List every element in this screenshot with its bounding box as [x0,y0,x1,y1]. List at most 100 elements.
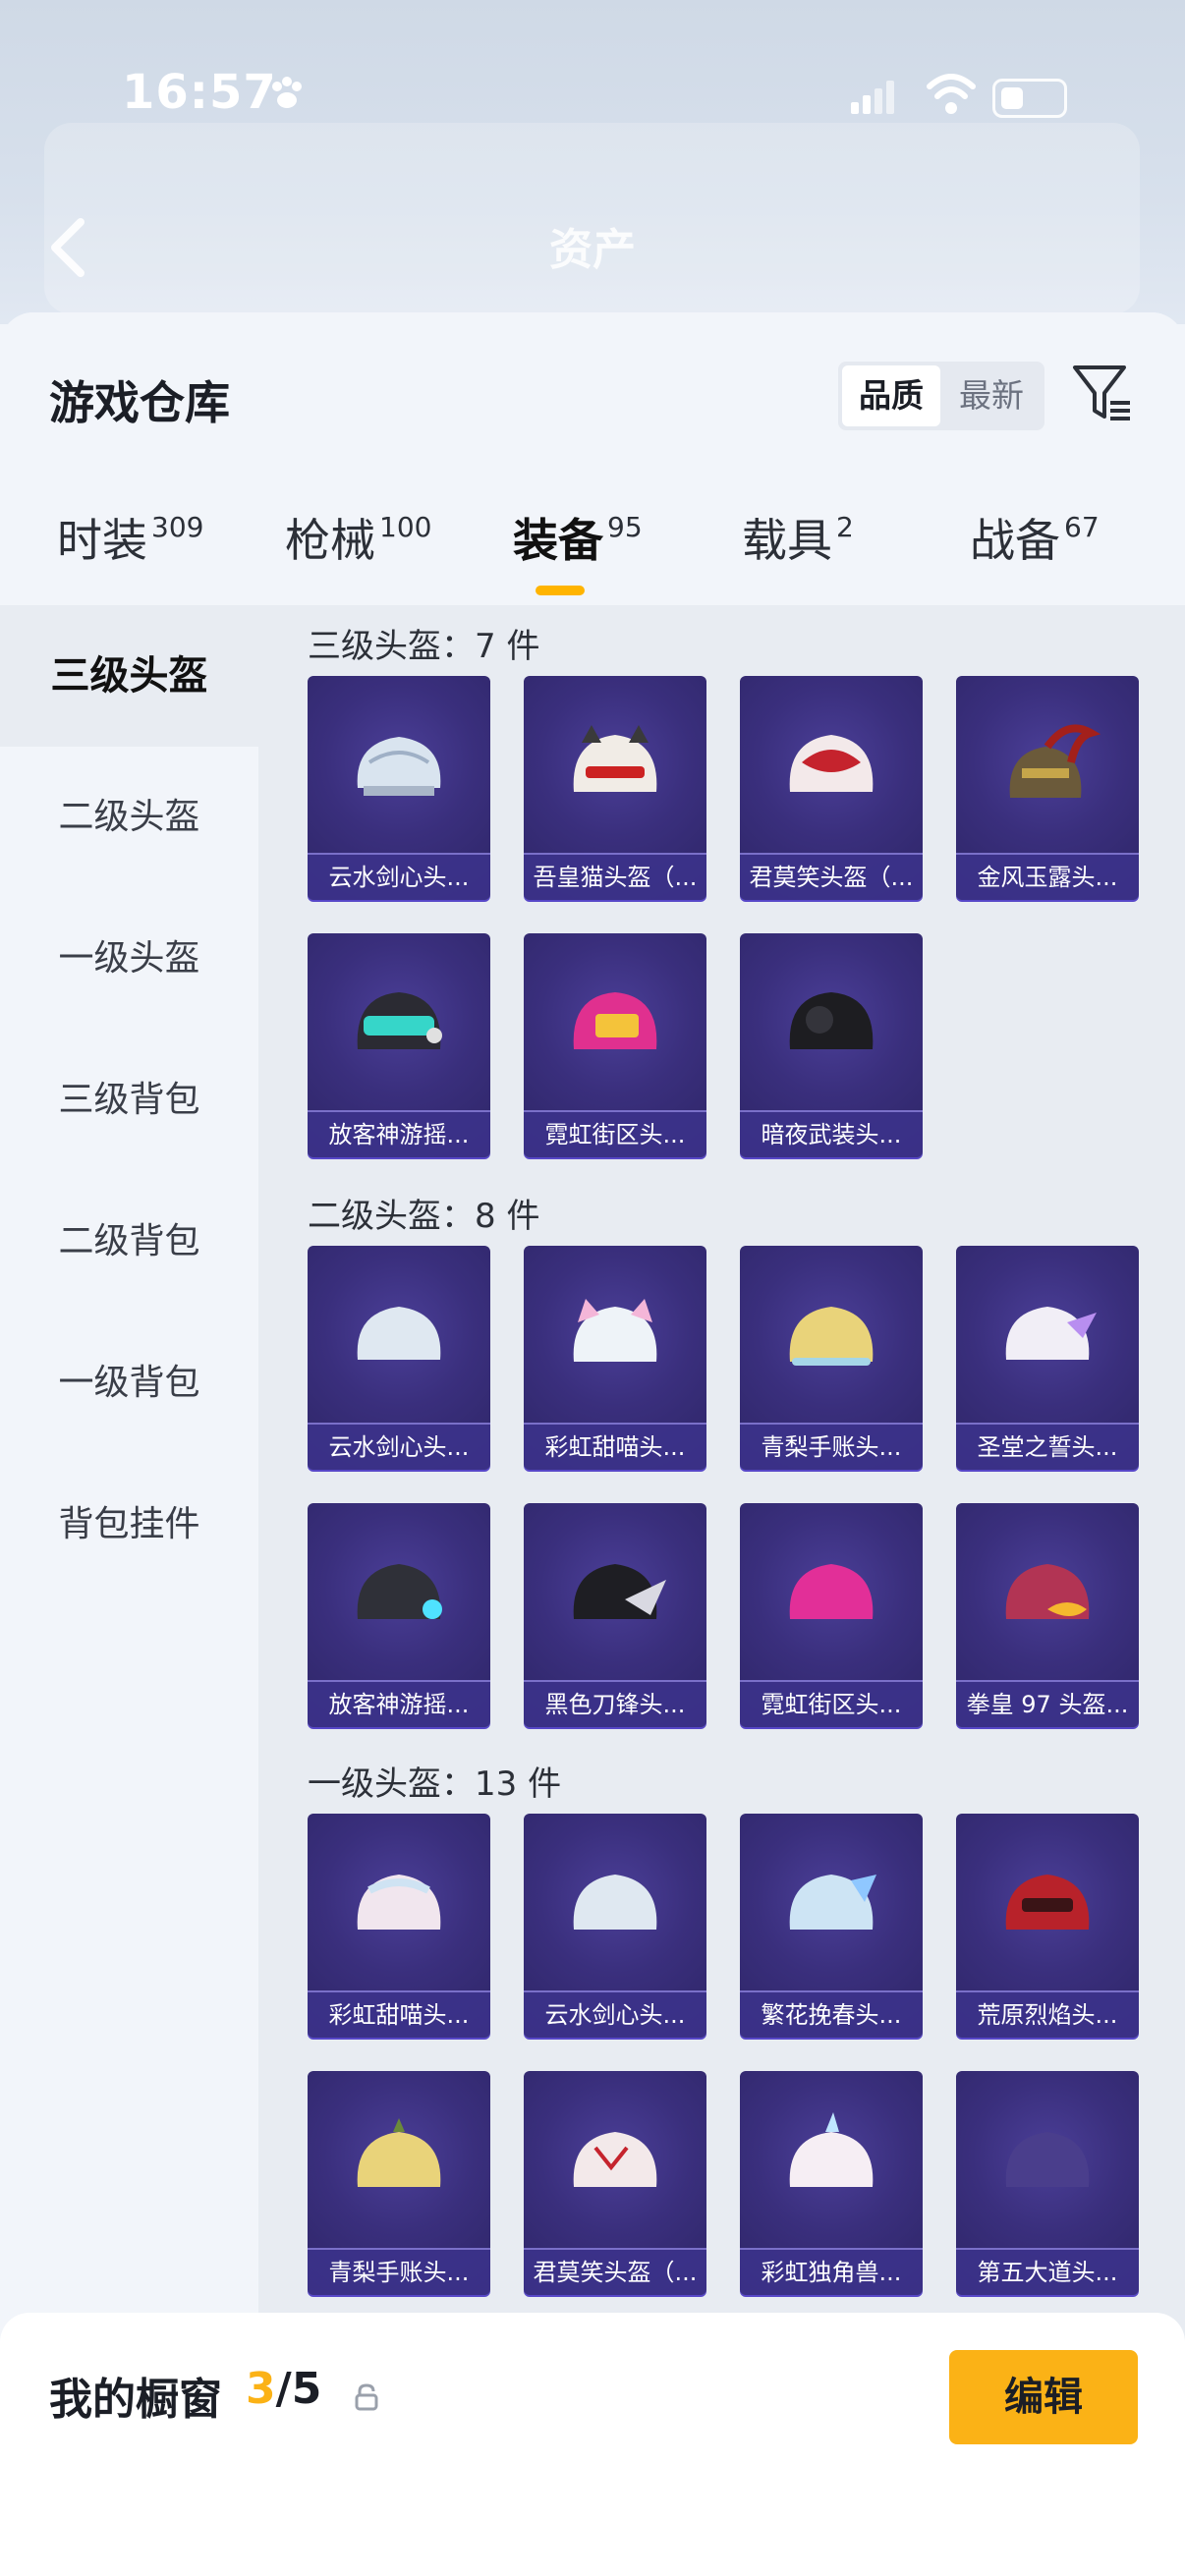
status-time: 16:57 [122,65,277,120]
active-tab-indicator [536,586,585,595]
helmet-icon [357,1564,442,1619]
item-name: 吾皇猫头盔（... [524,853,706,900]
showcase-current: 3 [246,2364,276,2414]
helmet-icon [789,1875,876,1930]
item-name: 青梨手账头... [308,2248,490,2295]
tab-weapons[interactable]: 枪械 100 [285,505,431,603]
item-name: 君莫笑头盔（... [740,853,923,900]
sort-toggle: 品质 最新 [838,362,1044,430]
item-name: 拳皇 97 头盔... [956,1680,1139,1727]
category-tabs: 时装 309 枪械 100 装备 95 载具 2 战备 67 [0,505,1185,603]
helmet-icon [357,992,442,1049]
tab-count: 67 [1064,511,1100,543]
item-name: 霓虹街区头... [524,1110,706,1157]
item-card[interactable]: 彩虹甜喵头... [308,1814,490,2038]
item-card[interactable]: 霓虹街区头... [740,1503,923,1727]
sidebar-item-helmet-3[interactable]: 三级头盔 [0,605,258,747]
sheet-header: 游戏仓库 品质 最新 时装 309 枪械 100 装备 95 载具 2 战备 67 [0,312,1185,607]
sidebar-item-backpack-3[interactable]: 三级背包 [0,1030,258,1171]
helmet-icon [357,2118,441,2187]
tab-count: 309 [151,511,204,543]
tab-label: 枪械 [285,514,375,567]
lock-icon [355,2383,378,2411]
helmet-icon [789,1564,874,1619]
edit-button[interactable]: 编辑 [949,2350,1138,2444]
item-card[interactable]: 放客神游摇... [308,933,490,1157]
helmet-icon [573,1299,657,1362]
item-card[interactable]: 云水剑心头... [524,1814,706,2038]
warehouse-sheet: 游戏仓库 品质 最新 时装 309 枪械 100 装备 95 载具 2 战备 67 [0,312,1185,2576]
item-name: 云水剑心头... [308,1423,490,1470]
sidebar-item-helmet-1[interactable]: 一级头盔 [0,888,258,1030]
battery-icon [992,79,1067,118]
helmet-icon [1005,1564,1090,1619]
tab-vehicles[interactable]: 载具 2 [742,505,854,603]
helmet-icon [573,725,657,792]
tab-count: 2 [836,511,854,543]
item-name: 繁花挽春头... [740,1990,923,2038]
item-card[interactable]: 暗夜武装头... [740,933,923,1157]
helmet-icon [1005,2132,1090,2187]
item-card[interactable]: 吾皇猫头盔（... [524,676,706,900]
item-card[interactable]: 拳皇 97 头盔... [956,1503,1139,1727]
item-card[interactable]: 彩虹独角兽... [740,2071,923,2295]
item-card[interactable]: 霓虹街区头... [524,933,706,1157]
item-name: 君莫笑头盔（... [524,2248,706,2295]
item-name: 云水剑心头... [524,1990,706,2038]
item-name: 放客神游摇... [308,1680,490,1727]
item-card[interactable]: 云水剑心头... [308,676,490,900]
sidebar-item-backpack-2[interactable]: 二级背包 [0,1171,258,1313]
showcase-count: 3/5 [246,2364,321,2414]
item-name: 彩虹甜喵头... [524,1423,706,1470]
item-card[interactable]: 彩虹甜喵头... [524,1246,706,1470]
item-name: 霓虹街区头... [740,1680,923,1727]
helmet-icon [1005,1307,1097,1360]
item-name: 第五大道头... [956,2248,1139,2295]
helmet-icon [789,2112,874,2187]
item-name: 云水剑心头... [308,853,490,900]
sidebar-item-backpack-charm[interactable]: 背包挂件 [0,1454,258,1596]
item-card[interactable]: 放客神游摇... [308,1503,490,1727]
helmet-icon [573,1564,666,1619]
sheet-title: 游戏仓库 [49,376,230,429]
tab-fashion[interactable]: 时装 309 [57,505,203,603]
item-card[interactable]: 黑色刀锋头... [524,1503,706,1727]
item-card[interactable]: 金风玉露头... [956,676,1139,900]
helmet-icon [357,1875,441,1930]
item-card[interactable]: 圣堂之誓头... [956,1246,1139,1470]
item-card[interactable]: 青梨手账头... [740,1246,923,1470]
helmet-icon [573,2132,657,2187]
item-card[interactable]: 君莫笑头盔（... [740,676,923,900]
item-card[interactable]: 青梨手账头... [308,2071,490,2295]
top-blur-background: 16:57 资产 [0,0,1185,324]
tab-count: 100 [379,511,432,543]
helmet-icon [1005,1875,1090,1930]
item-card[interactable]: 云水剑心头... [308,1246,490,1470]
item-name: 彩虹甜喵头... [308,1990,490,2038]
filter-icon[interactable] [1071,362,1134,424]
helmet-icon [789,1307,874,1366]
item-name: 圣堂之誓头... [956,1423,1139,1470]
showcase-separator: / [275,2364,292,2414]
item-name: 彩虹独角兽... [740,2248,923,2295]
item-name: 荒原烈焰头... [956,1990,1139,2038]
helmet-icon [1009,724,1101,798]
item-card[interactable]: 荒原烈焰头... [956,1814,1139,2038]
tab-label: 战备 [970,514,1060,567]
bottom-bar: 我的橱窗 3/5 编辑 [0,2313,1185,2576]
group-title: 二级头盔：8 件 [308,1197,540,1236]
item-card[interactable]: 第五大道头... [956,2071,1139,2295]
tab-battle-gear[interactable]: 战备 67 [970,505,1100,603]
item-card[interactable]: 君莫笑头盔（... [524,2071,706,2295]
helmet-icon [573,992,657,1049]
showcase-title: 我的橱窗 [49,2375,222,2425]
item-card[interactable]: 繁花挽春头... [740,1814,923,2038]
helmet-icon [789,735,874,792]
tab-label: 装备 [513,514,603,567]
sort-newest-button[interactable]: 最新 [942,365,1041,426]
item-name: 青梨手账头... [740,1423,923,1470]
sidebar-item-backpack-1[interactable]: 一级背包 [0,1313,258,1454]
group-title: 三级头盔：7 件 [308,627,540,666]
sort-quality-button[interactable]: 品质 [842,365,940,426]
sidebar-item-helmet-2[interactable]: 二级头盔 [0,747,258,888]
